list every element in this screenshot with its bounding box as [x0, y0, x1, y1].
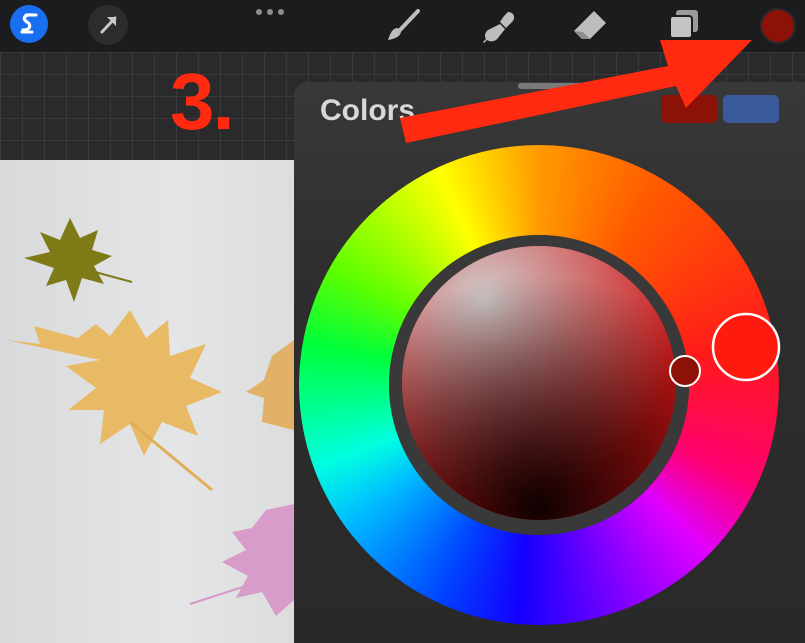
arrow-transform-icon[interactable] — [88, 5, 128, 45]
shade-selector-handle[interactable] — [669, 355, 701, 387]
eraser-icon[interactable] — [568, 6, 612, 46]
pink-leaf-image — [189, 504, 294, 616]
panel-grabber-handle[interactable] — [518, 83, 588, 89]
olive-leaf-image — [24, 218, 133, 302]
artwork-canvas[interactable] — [0, 160, 294, 643]
current-color-button[interactable] — [760, 8, 796, 44]
step-number-label: 3. — [170, 57, 235, 146]
procreate-logo-icon[interactable] — [10, 5, 48, 43]
hue-selector-handle[interactable] — [711, 312, 781, 382]
smudge-icon[interactable] — [478, 6, 522, 46]
color-disc[interactable] — [296, 140, 782, 630]
saturation-brightness-disc[interactable] — [402, 246, 676, 520]
panel-title: Colors — [320, 94, 416, 127]
small-yellow-leaf-image — [246, 340, 294, 430]
more-dots-icon[interactable] — [255, 5, 285, 19]
yellow-leaf-image — [6, 310, 222, 492]
secondary-color-swatch[interactable] — [723, 95, 779, 123]
primary-color-swatch[interactable] — [661, 95, 717, 123]
layers-icon[interactable] — [664, 6, 704, 46]
brush-icon[interactable] — [383, 6, 423, 46]
